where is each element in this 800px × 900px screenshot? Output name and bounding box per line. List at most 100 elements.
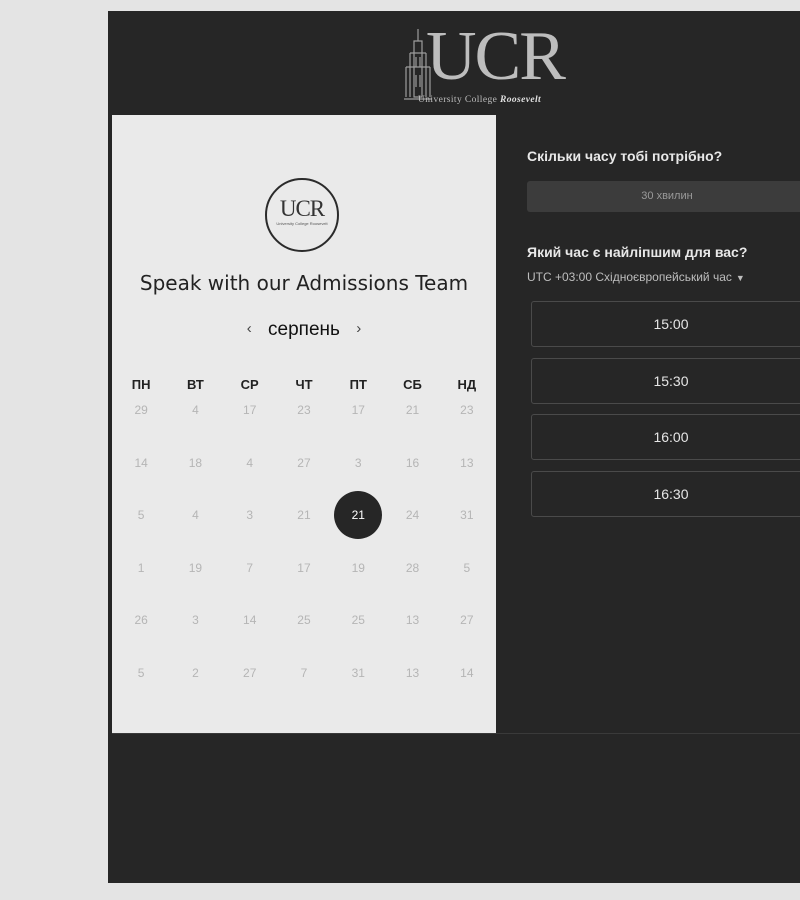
calendar-day[interactable]: 7	[277, 666, 331, 719]
timezone-label: UTC +03:00 Східноєвропейський час	[527, 270, 732, 284]
time-slot-button[interactable]: 15:00	[531, 301, 800, 347]
day-number: 27	[297, 455, 311, 470]
next-month-icon[interactable]: ›	[356, 320, 361, 337]
day-number: 14	[134, 455, 148, 470]
day-number: 19	[351, 560, 365, 575]
calendar-day[interactable]: 19	[331, 561, 385, 614]
calendar-week-row: 14 18 4 27 3 16 13	[114, 456, 494, 509]
day-number: 5	[137, 508, 145, 522]
calendar-day[interactable]: 25	[277, 613, 331, 666]
day-number: 21	[334, 491, 383, 539]
calendar-day[interactable]: 7	[223, 561, 277, 614]
day-number: 27	[460, 613, 474, 627]
calendar-day[interactable]: 4	[223, 456, 277, 509]
calendar-day[interactable]: 3	[223, 508, 277, 561]
calendar-day[interactable]: 31	[440, 508, 494, 561]
duration-select[interactable]: 30 хвилин	[527, 181, 800, 212]
header: UCR University College Roosevelt	[108, 11, 800, 115]
day-number: 29	[134, 403, 148, 417]
prev-month-icon[interactable]: ‹	[247, 320, 252, 337]
calendar-day[interactable]: 13	[385, 613, 439, 666]
calendar-day[interactable]: 13	[385, 666, 439, 719]
day-number: 17	[351, 403, 365, 417]
day-number: 31	[460, 508, 474, 522]
calendar-grid: 29 4 17 23 17 21 23 14 18 4 27 3 16 13 5 4 3 21 21 24 31 1 19 7…	[114, 403, 494, 718]
day-number: 16	[405, 455, 420, 470]
day-number: 7	[246, 560, 254, 575]
calendar-day[interactable]: 14	[223, 613, 277, 666]
calendar-day[interactable]: 5	[114, 508, 168, 561]
logo-text: UCR	[426, 18, 566, 95]
day-number: 4	[192, 403, 199, 417]
day-number: 19	[188, 560, 203, 575]
calendar-day[interactable]: 21	[277, 508, 331, 561]
calendar-day[interactable]: 14	[114, 456, 168, 509]
day-number: 26	[134, 613, 148, 627]
day-number: 27	[243, 665, 257, 680]
calendar-day[interactable]: 5	[440, 561, 494, 614]
divider	[112, 733, 800, 734]
day-number: 13	[405, 613, 420, 627]
calendar-day[interactable]: 19	[168, 561, 222, 614]
calendar-panel: UCR University College Roosevelt Speak w…	[112, 115, 496, 733]
round-logo-text: UCR	[279, 196, 325, 221]
calendar-day[interactable]: 21	[385, 403, 439, 456]
calendar-day[interactable]: 13	[440, 456, 494, 509]
day-number: 4	[246, 455, 254, 470]
calendar-day[interactable]: 27	[277, 456, 331, 509]
calendar-day[interactable]: 14	[440, 666, 494, 719]
page-title: Speak with our Admissions Team	[139, 271, 469, 295]
day-number: 24	[405, 508, 420, 522]
selected-day[interactable]: 21	[331, 491, 385, 561]
day-number: 17	[243, 403, 257, 417]
time-slot-button[interactable]: 15:30	[531, 357, 800, 404]
time-slot-button[interactable]: 16:30	[531, 470, 800, 517]
calendar-day[interactable]: 23	[440, 403, 494, 456]
calendar-day[interactable]: 17	[277, 561, 331, 614]
calendar-week-row: 29 4 17 23 17 21 23	[114, 403, 494, 456]
day-number: 25	[351, 613, 365, 627]
calendar-day[interactable]: 28	[385, 561, 439, 614]
calendar-day[interactable]: 26	[114, 613, 168, 666]
calendar-day[interactable]: 17	[223, 403, 277, 456]
time-slots: 15:00 15:30 16:00 16:30	[531, 301, 800, 527]
day-number: 3	[192, 613, 199, 627]
calendar-day[interactable]: 16	[385, 456, 439, 509]
calendar-day[interactable]: 29	[114, 403, 168, 456]
calendar-day[interactable]: 23	[277, 403, 331, 456]
calendar-day[interactable]: 2	[168, 666, 222, 719]
day-number: 13	[460, 455, 474, 470]
weekday-label: ВТ	[187, 377, 204, 392]
timezone-select[interactable]: UTC +03:00 Східноєвропейський час ▼	[527, 270, 745, 284]
calendar-week-row: 1 19 7 17 19 28 5	[114, 561, 494, 614]
month-navigation: ‹ серпень ›	[112, 319, 496, 341]
weekday-label: ПТ	[349, 377, 367, 392]
calendar-day[interactable]: 18	[168, 456, 222, 509]
calendar-day[interactable]: 1	[114, 561, 168, 614]
ucr-logo: UCR University College Roosevelt	[404, 18, 594, 105]
calendar-day[interactable]: 27	[223, 666, 277, 719]
day-number: 13	[405, 665, 420, 680]
day-number: 21	[297, 508, 311, 522]
calendar-day[interactable]: 25	[331, 613, 385, 666]
calendar-day[interactable]: 3	[168, 613, 222, 666]
day-number: 1	[137, 560, 145, 575]
weekday-header: ПН ВТ СР ЧТ ПТ СБ НД	[114, 377, 494, 392]
day-number: 28	[405, 560, 420, 575]
calendar-day[interactable]: 27	[440, 613, 494, 666]
calendar-day[interactable]: 4	[168, 508, 222, 561]
day-number: 21	[405, 403, 420, 417]
day-number: 14	[460, 665, 474, 680]
calendar-day[interactable]: 17	[331, 403, 385, 456]
weekday-label: НД	[457, 377, 477, 392]
duration-question: Скільки часу тобі потрібно?	[527, 148, 723, 164]
calendar-day[interactable]: 5	[114, 666, 168, 719]
time-slot-button[interactable]: 16:00	[531, 414, 800, 460]
calendar-day[interactable]: 31	[331, 666, 385, 719]
day-number: 4	[192, 508, 199, 522]
weekday-label: СБ	[403, 377, 422, 392]
logo-subtitle: University College Roosevelt	[418, 95, 542, 105]
calendar-week-row: 5 2 27 7 31 13 14	[114, 666, 494, 719]
calendar-day[interactable]: 4	[168, 403, 222, 456]
calendar-day[interactable]: 24	[385, 508, 439, 561]
